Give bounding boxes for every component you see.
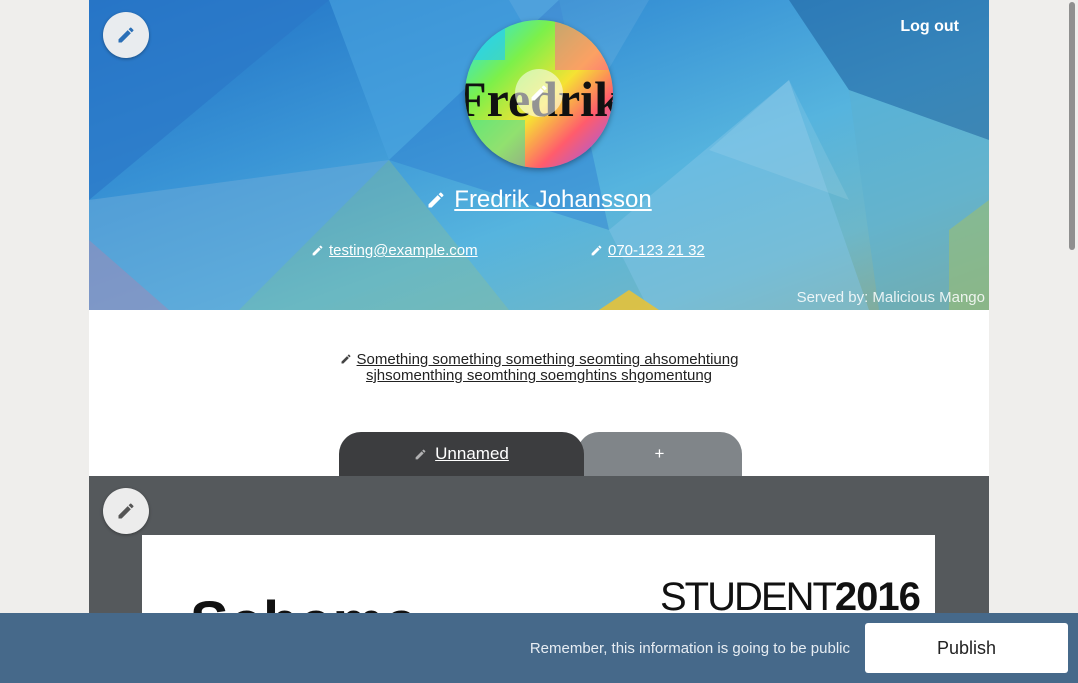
logout-link[interactable]: Log out — [900, 18, 959, 36]
email-link[interactable]: testing@example.com — [329, 242, 478, 259]
add-tab-label: + — [654, 444, 665, 463]
pencil-icon — [428, 192, 444, 208]
tab-bar: + Unnamed — [89, 432, 989, 476]
add-tab-button[interactable]: + — [577, 432, 742, 476]
bio-section[interactable]: Something something something seomting a… — [89, 352, 989, 384]
email-row: testing@example.com — [311, 242, 478, 259]
pencil-icon — [118, 27, 134, 43]
bio-line-1: Something something something seomting a… — [356, 351, 739, 368]
phone-link[interactable]: 070-123 21 32 — [608, 242, 705, 259]
public-notice: Remember, this information is going to b… — [529, 640, 850, 657]
pencil-icon — [341, 354, 351, 364]
edit-avatar-button[interactable] — [515, 69, 563, 117]
pencil-icon — [118, 503, 134, 519]
profile-page: Log out Fredrik Johansson testing@exampl… — [89, 0, 989, 683]
pencil-icon — [312, 245, 323, 256]
pencil-icon — [531, 85, 547, 101]
tab-unnamed-label: Unnamed — [435, 444, 509, 463]
edit-content-button[interactable] — [103, 488, 149, 534]
profile-name-link[interactable]: Fredrik Johansson — [454, 186, 651, 214]
bio-line-2: sjhsomenthing seomthing soemghtins shgom… — [365, 367, 713, 384]
edit-cover-button[interactable] — [103, 12, 149, 58]
publish-bar: Remember, this information is going to b… — [0, 613, 1078, 683]
tab-unnamed[interactable]: Unnamed — [339, 432, 584, 476]
scrollbar-thumb[interactable] — [1069, 2, 1075, 250]
publish-button[interactable]: Publish — [865, 623, 1068, 673]
served-by-label: Served by: Malicious Mango — [796, 289, 985, 306]
pencil-icon — [591, 245, 602, 256]
pencil-icon — [415, 449, 426, 459]
phone-row: 070-123 21 32 — [590, 242, 705, 259]
profile-name-row: Fredrik Johansson — [89, 186, 989, 214]
profile-header: Log out Fredrik Johansson testing@exampl… — [89, 0, 989, 310]
